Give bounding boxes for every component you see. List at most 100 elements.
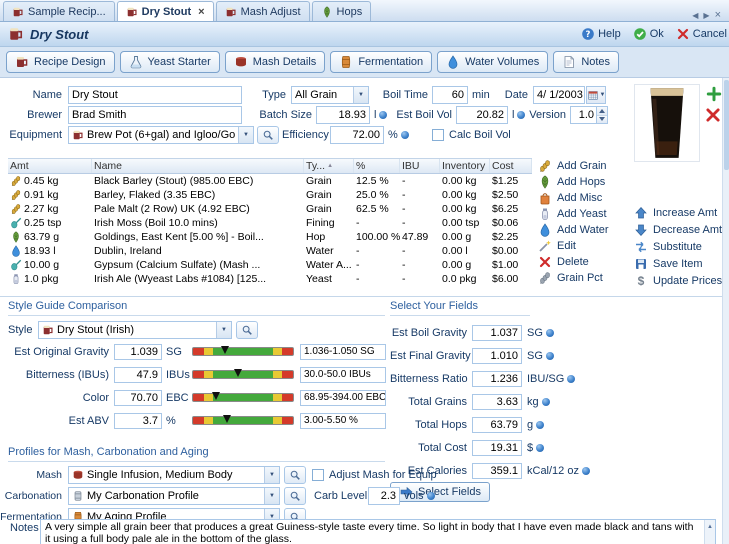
field-value[interactable]: 3.63 [472, 394, 522, 410]
spinner-up-icon[interactable] [597, 107, 607, 116]
tab-sample-recipe[interactable]: Sample Recip... [3, 1, 115, 21]
notes-scrollbar[interactable]: ▲ [704, 520, 715, 544]
column-percent[interactable]: % [354, 159, 400, 173]
spinner-down-icon[interactable] [597, 116, 607, 124]
carb-level-input[interactable]: 2.3 [368, 487, 400, 505]
style-view-button[interactable] [236, 321, 258, 339]
efficiency-input[interactable]: 72.00 [330, 126, 384, 144]
edit-button[interactable]: Edit [538, 238, 609, 254]
column-cost[interactable]: Cost [490, 159, 532, 173]
fermentation-button[interactable]: Fermentation [330, 51, 432, 73]
notes-button[interactable]: Notes [553, 51, 619, 73]
version-spinner[interactable] [596, 107, 607, 123]
field-label: Total Cost [390, 442, 472, 454]
ingredient-row[interactable]: 10.00 gGypsum (Calcium Sulfate) (Mash ..… [8, 258, 532, 272]
water-volumes-button[interactable]: Water Volumes [437, 51, 548, 73]
style-metric-value[interactable]: 3.7 [114, 413, 162, 429]
batch-size-input[interactable]: 18.93 [316, 106, 370, 124]
carbonation-view-button[interactable] [284, 487, 306, 505]
save-item-button[interactable]: Save Item [634, 255, 722, 272]
column-name[interactable]: Name [92, 159, 304, 173]
column-ibu[interactable]: IBU [400, 159, 440, 173]
ingredient-row[interactable]: 0.91 kgBarley, Flaked (3.35 EBC)Grain25.… [8, 188, 532, 202]
delete-image-button[interactable] [704, 106, 722, 127]
field-value[interactable]: 1.236 [472, 371, 522, 387]
calc-boil-vol-checkbox[interactable] [432, 129, 444, 141]
style-metric-value[interactable]: 1.039 [114, 344, 162, 360]
unit-indicator-dot[interactable] [536, 444, 544, 452]
add-image-button[interactable] [706, 86, 722, 105]
mash-details-button[interactable]: Mash Details [225, 51, 326, 73]
ingredient-name: Gypsum (Calcium Sulfate) (Mash ... [92, 259, 304, 271]
unit-indicator-dot[interactable] [546, 352, 554, 360]
vertical-scrollbar[interactable] [722, 78, 729, 544]
boil-time-input[interactable]: 60 [432, 86, 468, 104]
update-prices-button[interactable]: $Update Prices [634, 272, 722, 289]
scrollbar-thumb[interactable] [724, 80, 729, 170]
mash-profile-select[interactable]: Single Infusion, Medium Body▼ [68, 466, 280, 484]
field-value[interactable]: 1.037 [472, 325, 522, 341]
tab-close-icon[interactable]: × [198, 6, 204, 18]
field-value[interactable]: 359.1 [472, 463, 522, 479]
ingredient-row[interactable]: 0.25 tspIrish Moss (Boil 10.0 mins)Finin… [8, 216, 532, 230]
carbonation-profile-select[interactable]: My Carbonation Profile▼ [68, 487, 280, 505]
unit-indicator-dot[interactable] [542, 398, 550, 406]
unit-indicator-dot[interactable] [427, 492, 435, 500]
tab-scroll-right-icon[interactable]: ▶ [703, 11, 709, 20]
increase-amt-button[interactable]: Increase Amt [634, 204, 722, 221]
field-value[interactable]: 19.31 [472, 440, 522, 456]
version-input[interactable]: 1.0 [570, 106, 608, 124]
tab-close-all-icon[interactable]: × [715, 9, 721, 21]
column-amt[interactable]: Amt [8, 159, 92, 173]
unit-indicator-dot[interactable] [582, 467, 590, 475]
cancel-button[interactable]: Cancel [676, 27, 727, 41]
add-hops-button[interactable]: Add Hops [538, 174, 609, 190]
unit-indicator-dot[interactable] [546, 329, 554, 337]
ingredient-row[interactable]: 0.45 kgBlack Barley (Stout) (985.00 EBC)… [8, 174, 532, 188]
est-boil-vol-input[interactable]: 20.82 [456, 106, 508, 124]
grain-pct-button[interactable]: Grain Pct [538, 270, 609, 286]
equipment-view-button[interactable] [257, 126, 279, 144]
name-input[interactable]: Dry Stout [68, 86, 242, 104]
yeast-starter-button[interactable]: Yeast Starter [120, 51, 220, 73]
slider-marker-icon [221, 346, 229, 354]
recipe-design-button[interactable]: Recipe Design [6, 51, 115, 73]
mash-view-button[interactable] [284, 466, 306, 484]
type-select[interactable]: All Grain▼ [291, 86, 369, 104]
style-metric-value[interactable]: 47.9 [114, 367, 162, 383]
tab-scroll-left-icon[interactable]: ◀ [692, 11, 698, 20]
field-value[interactable]: 1.010 [472, 348, 522, 364]
adjust-mash-checkbox[interactable] [312, 469, 324, 481]
carbonation-label: Carbonation [0, 487, 62, 505]
add-water-button[interactable]: Add Water [538, 222, 609, 238]
unit-indicator-dot[interactable] [401, 131, 409, 139]
unit-indicator-dot[interactable] [536, 421, 544, 429]
field-value[interactable]: 63.79 [472, 417, 522, 433]
style-metric-value[interactable]: 70.70 [114, 390, 162, 406]
ingredient-row[interactable]: 18.93 lDublin, IrelandWater--0.00 l$0.00 [8, 244, 532, 258]
add-yeast-button[interactable]: Add Yeast [538, 206, 609, 222]
unit-indicator-dot[interactable] [567, 375, 575, 383]
decrease-amt-button[interactable]: Decrease Amt [634, 221, 722, 238]
tab-dry-stout[interactable]: Dry Stout× [117, 1, 214, 21]
style-select[interactable]: Dry Stout (Irish)▼ [38, 321, 232, 339]
ingredient-row[interactable]: 63.79 gGoldings, East Kent [5.00 %] - Bo… [8, 230, 532, 244]
column-type[interactable]: Ty...▲ [304, 159, 354, 173]
ingredient-row[interactable]: 2.27 kgPale Malt (2 Row) UK (4.92 EBC)Gr… [8, 202, 532, 216]
add-misc-button[interactable]: Add Misc [538, 190, 609, 206]
equipment-select[interactable]: Brew Pot (6+gal) and Igloo/Gott Co▼ [68, 126, 254, 144]
date-input[interactable]: 4/ 1/2003 [533, 86, 585, 104]
date-picker-button[interactable]: ▼ [586, 86, 606, 104]
add-grain-button[interactable]: Add Grain [538, 158, 609, 174]
column-inventory[interactable]: Inventory [440, 159, 490, 173]
ok-button[interactable]: Ok [633, 27, 664, 41]
tab-hops[interactable]: Hops [312, 1, 372, 21]
substitute-button[interactable]: Substitute [634, 238, 722, 255]
ingredient-row[interactable]: 1.0 pkgIrish Ale (Wyeast Labs #1084) [12… [8, 272, 532, 286]
tab-mash-adjust[interactable]: Mash Adjust [216, 1, 310, 21]
brewer-input[interactable]: Brad Smith [68, 106, 242, 124]
help-button[interactable]: ?Help [581, 27, 621, 41]
notes-textarea[interactable]: A very simple all grain beer that produc… [40, 519, 716, 544]
delete-button[interactable]: Delete [538, 254, 609, 270]
scroll-up-icon[interactable]: ▲ [707, 520, 713, 534]
